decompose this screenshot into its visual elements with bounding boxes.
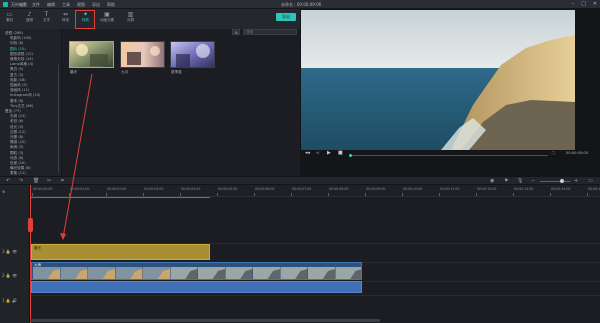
annotation-arrow	[60, 73, 93, 240]
